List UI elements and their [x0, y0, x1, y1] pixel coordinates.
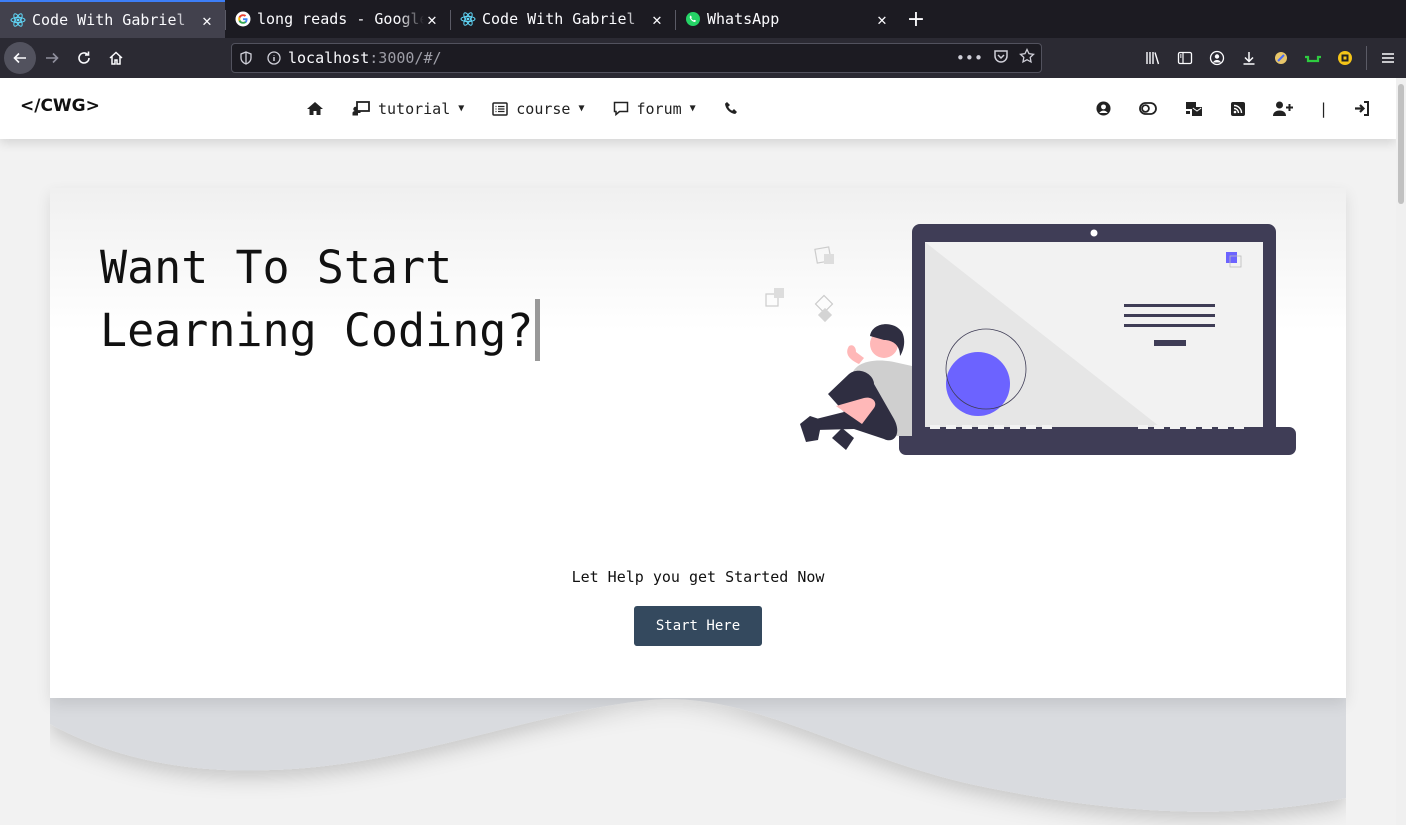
toolbar-divider [1366, 46, 1367, 70]
tab-title: Code With Gabriel [32, 11, 186, 29]
main-menu: tutorial ▼ course ▼ forum ▼ [306, 78, 739, 139]
tab-title: long reads - Google Search [257, 10, 424, 28]
home-icon [307, 102, 323, 115]
page-scrollbar[interactable] [1396, 78, 1406, 825]
shield-icon[interactable] [232, 51, 260, 65]
user-plus-icon[interactable] [1272, 101, 1293, 116]
user-actions: | [1096, 78, 1370, 139]
extension-icon[interactable] [1299, 44, 1327, 72]
scrollbar-thumb[interactable] [1398, 84, 1404, 204]
mail-bulk-icon[interactable] [1185, 101, 1203, 117]
close-tab-icon[interactable]: ✕ [199, 11, 215, 30]
tab-title: WhatsApp [707, 10, 780, 28]
pocket-icon[interactable] [993, 48, 1009, 68]
nav-forum[interactable]: forum ▼ [613, 100, 696, 118]
headline-line-1: Want To Start [100, 241, 453, 294]
home-icon [109, 51, 123, 65]
nav-tutorial[interactable]: tutorial ▼ [352, 100, 464, 118]
browser-tab[interactable]: WhatsApp ✕ [675, 0, 900, 38]
hero-illustration [765, 224, 1296, 455]
nav-forum-label: forum [636, 99, 682, 118]
nav-tutorial-label: tutorial [378, 99, 451, 118]
browser-tab[interactable]: Code With Gabriel ✕ [450, 0, 675, 38]
extension-icon[interactable] [1331, 44, 1359, 72]
nav-home[interactable] [306, 101, 324, 116]
bookmark-star-icon[interactable] [1019, 47, 1035, 68]
wave-decoration [50, 696, 1346, 812]
caret-down-icon: ▼ [578, 103, 585, 114]
nav-contact[interactable] [724, 101, 739, 116]
nav-divider: | [1320, 99, 1326, 118]
headline-line-2: Learning Coding? [100, 304, 534, 357]
home-button[interactable] [100, 42, 132, 74]
caret-down-icon: ▼ [458, 103, 465, 114]
close-tab-icon[interactable]: ✕ [874, 10, 890, 29]
sidebar-icon[interactable] [1171, 44, 1199, 72]
browser-tab[interactable]: long reads - Google Search ✕ [225, 0, 450, 38]
hero-card: Want To Start Learning Coding? Let Help … [50, 188, 1346, 698]
info-icon[interactable] [260, 51, 288, 65]
whatsapp-icon [685, 11, 701, 27]
reload-icon [78, 51, 90, 64]
rss-icon[interactable] [1230, 101, 1245, 116]
react-icon [10, 12, 26, 28]
react-icon [460, 11, 476, 27]
more-actions-icon[interactable]: ••• [956, 49, 983, 67]
reload-button[interactable] [68, 42, 100, 74]
caret-down-icon: ▼ [689, 103, 696, 114]
url-host: localhost [288, 49, 370, 67]
browser-tab-bar: Code With Gabriel ✕ long reads - Google … [0, 0, 1406, 38]
user-circle-icon[interactable] [1096, 101, 1111, 116]
chalkboard-teacher-icon [352, 101, 370, 116]
toolbar-right [1139, 38, 1406, 78]
cta-text: Let Help you get Started Now [571, 568, 825, 586]
url-bar[interactable]: localhost:3000/#/ ••• [231, 43, 1042, 73]
account-icon[interactable] [1203, 44, 1231, 72]
phone-icon [724, 102, 737, 114]
back-button[interactable] [4, 42, 36, 74]
hero-headline: Want To Start Learning Coding? [100, 236, 541, 362]
comment-icon [613, 101, 628, 116]
site-brand[interactable]: </CWG> [20, 96, 100, 116]
start-here-button[interactable]: Start Here [634, 606, 762, 646]
new-tab-button[interactable]: + [900, 0, 932, 38]
close-tab-icon[interactable]: ✕ [649, 10, 665, 29]
google-icon [235, 11, 251, 27]
extension-icon[interactable] [1267, 44, 1295, 72]
arrow-left-icon [13, 52, 26, 64]
tab-title: Code With Gabriel [482, 10, 636, 28]
url-path: :3000/#/ [369, 49, 442, 67]
nav-course[interactable]: course ▼ [492, 99, 585, 118]
browser-toolbar: localhost:3000/#/ ••• [0, 38, 1406, 78]
hamburger-menu-icon[interactable] [1374, 44, 1402, 72]
site-navbar: </CWG> tutorial ▼ course ▼ forum ▼ | [0, 78, 1396, 139]
browser-tab[interactable]: Code With Gabriel ✕ [0, 0, 225, 38]
forward-button[interactable] [36, 42, 68, 74]
download-icon[interactable] [1235, 44, 1263, 72]
sign-in-icon[interactable] [1354, 101, 1370, 116]
list-alt-icon [492, 101, 509, 116]
page-viewport: </CWG> tutorial ▼ course ▼ forum ▼ | Wan… [0, 78, 1396, 825]
arrow-right-icon [46, 52, 59, 64]
nav-course-label: course [516, 99, 571, 118]
typing-cursor [535, 299, 541, 361]
library-icon[interactable] [1139, 44, 1167, 72]
toggle-icon[interactable] [1139, 102, 1157, 115]
close-tab-icon[interactable]: ✕ [424, 10, 440, 29]
